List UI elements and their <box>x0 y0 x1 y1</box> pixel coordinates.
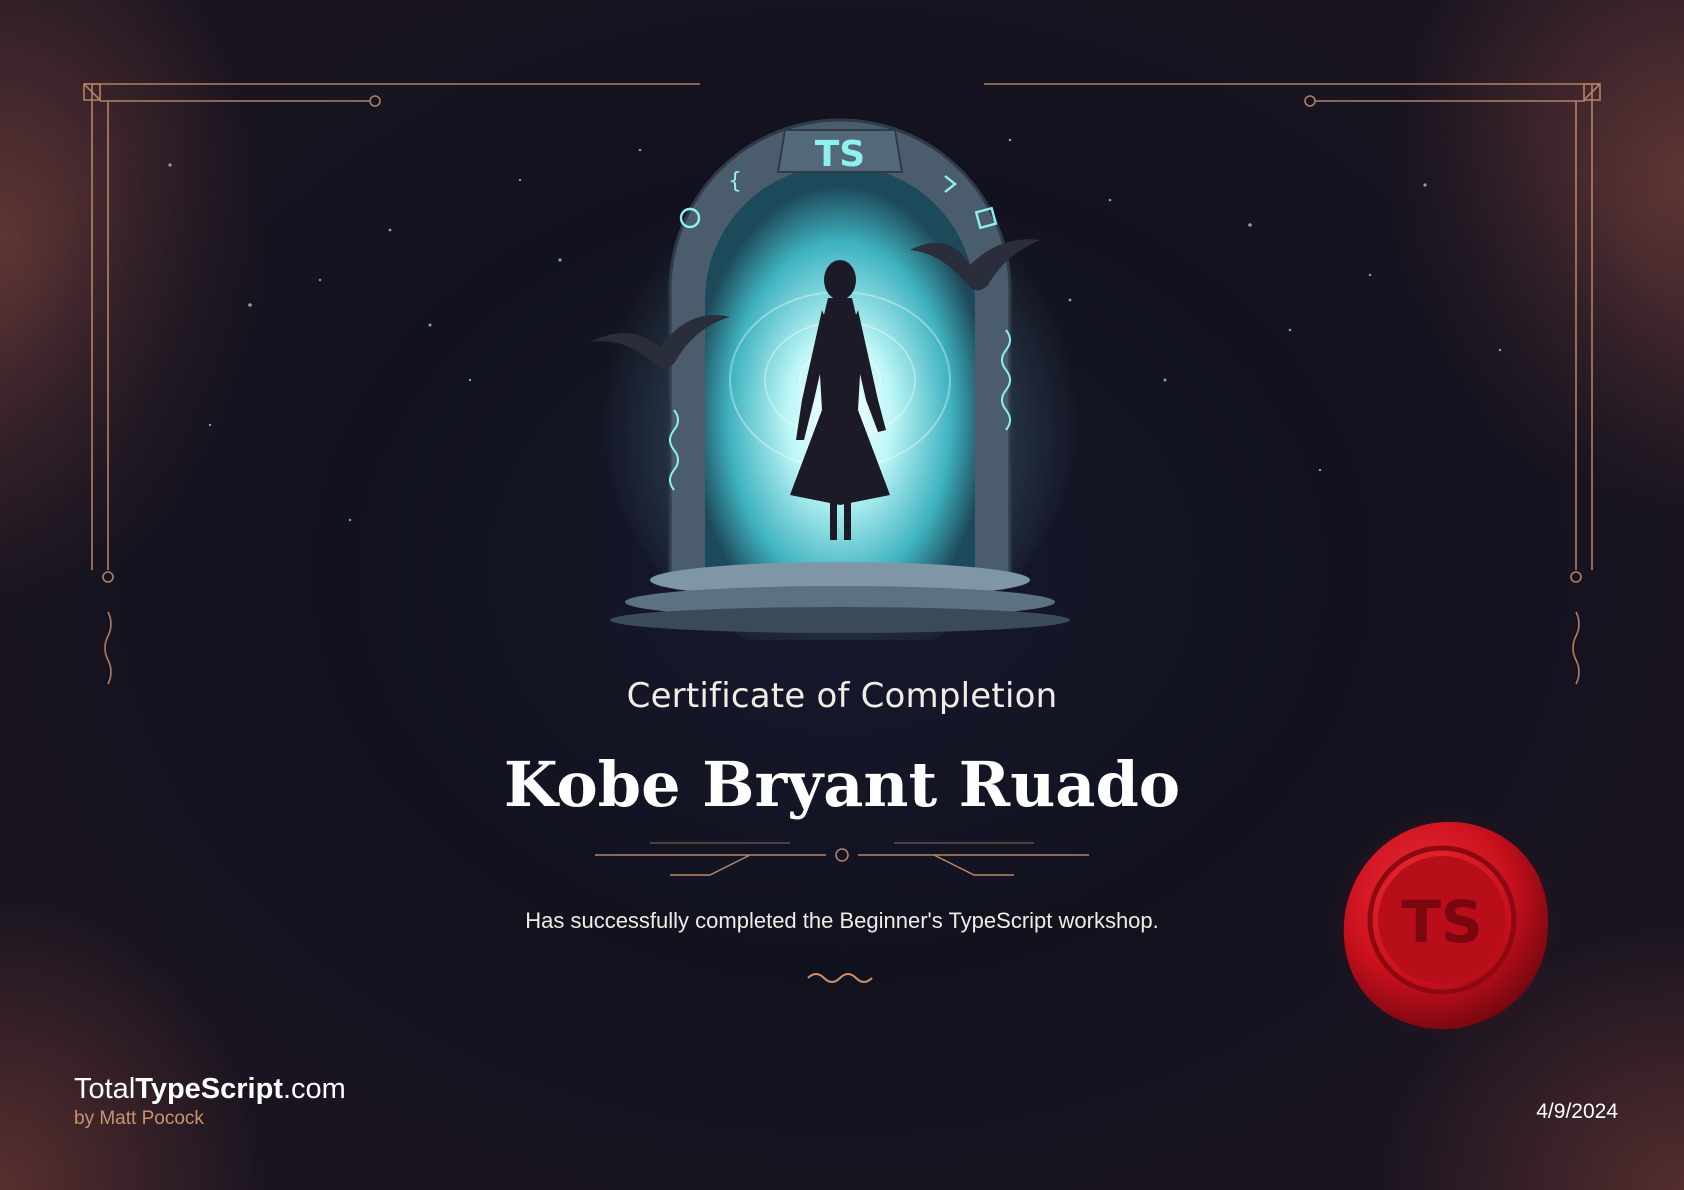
portal-illustration: TS { <box>590 118 1080 640</box>
arch-badge-text: TS <box>815 134 865 175</box>
brand-byline: by Matt Pocock <box>74 1108 204 1129</box>
braces-icon: { <box>728 169 742 194</box>
brand-suffix: .com <box>282 1073 346 1105</box>
squiggle-ornament <box>807 973 873 983</box>
brand-name: TotalTypeScript.com <box>74 1073 346 1106</box>
completion-date: 4/9/2024 <box>1536 1100 1618 1123</box>
brand-block: TotalTypeScript.com by Matt Pocock <box>74 1073 346 1130</box>
seal-text: TS <box>1401 888 1482 956</box>
certificate-page: TS { Certificate of Completion Kobe Brya… <box>0 0 1684 1190</box>
brand-bold: TypeScript <box>135 1073 283 1105</box>
ornamental-divider <box>595 842 1089 876</box>
brand-prefix: Total <box>74 1073 136 1105</box>
certificate-heading: Certificate of Completion <box>626 676 1058 716</box>
wax-seal: TS <box>1330 810 1560 1040</box>
